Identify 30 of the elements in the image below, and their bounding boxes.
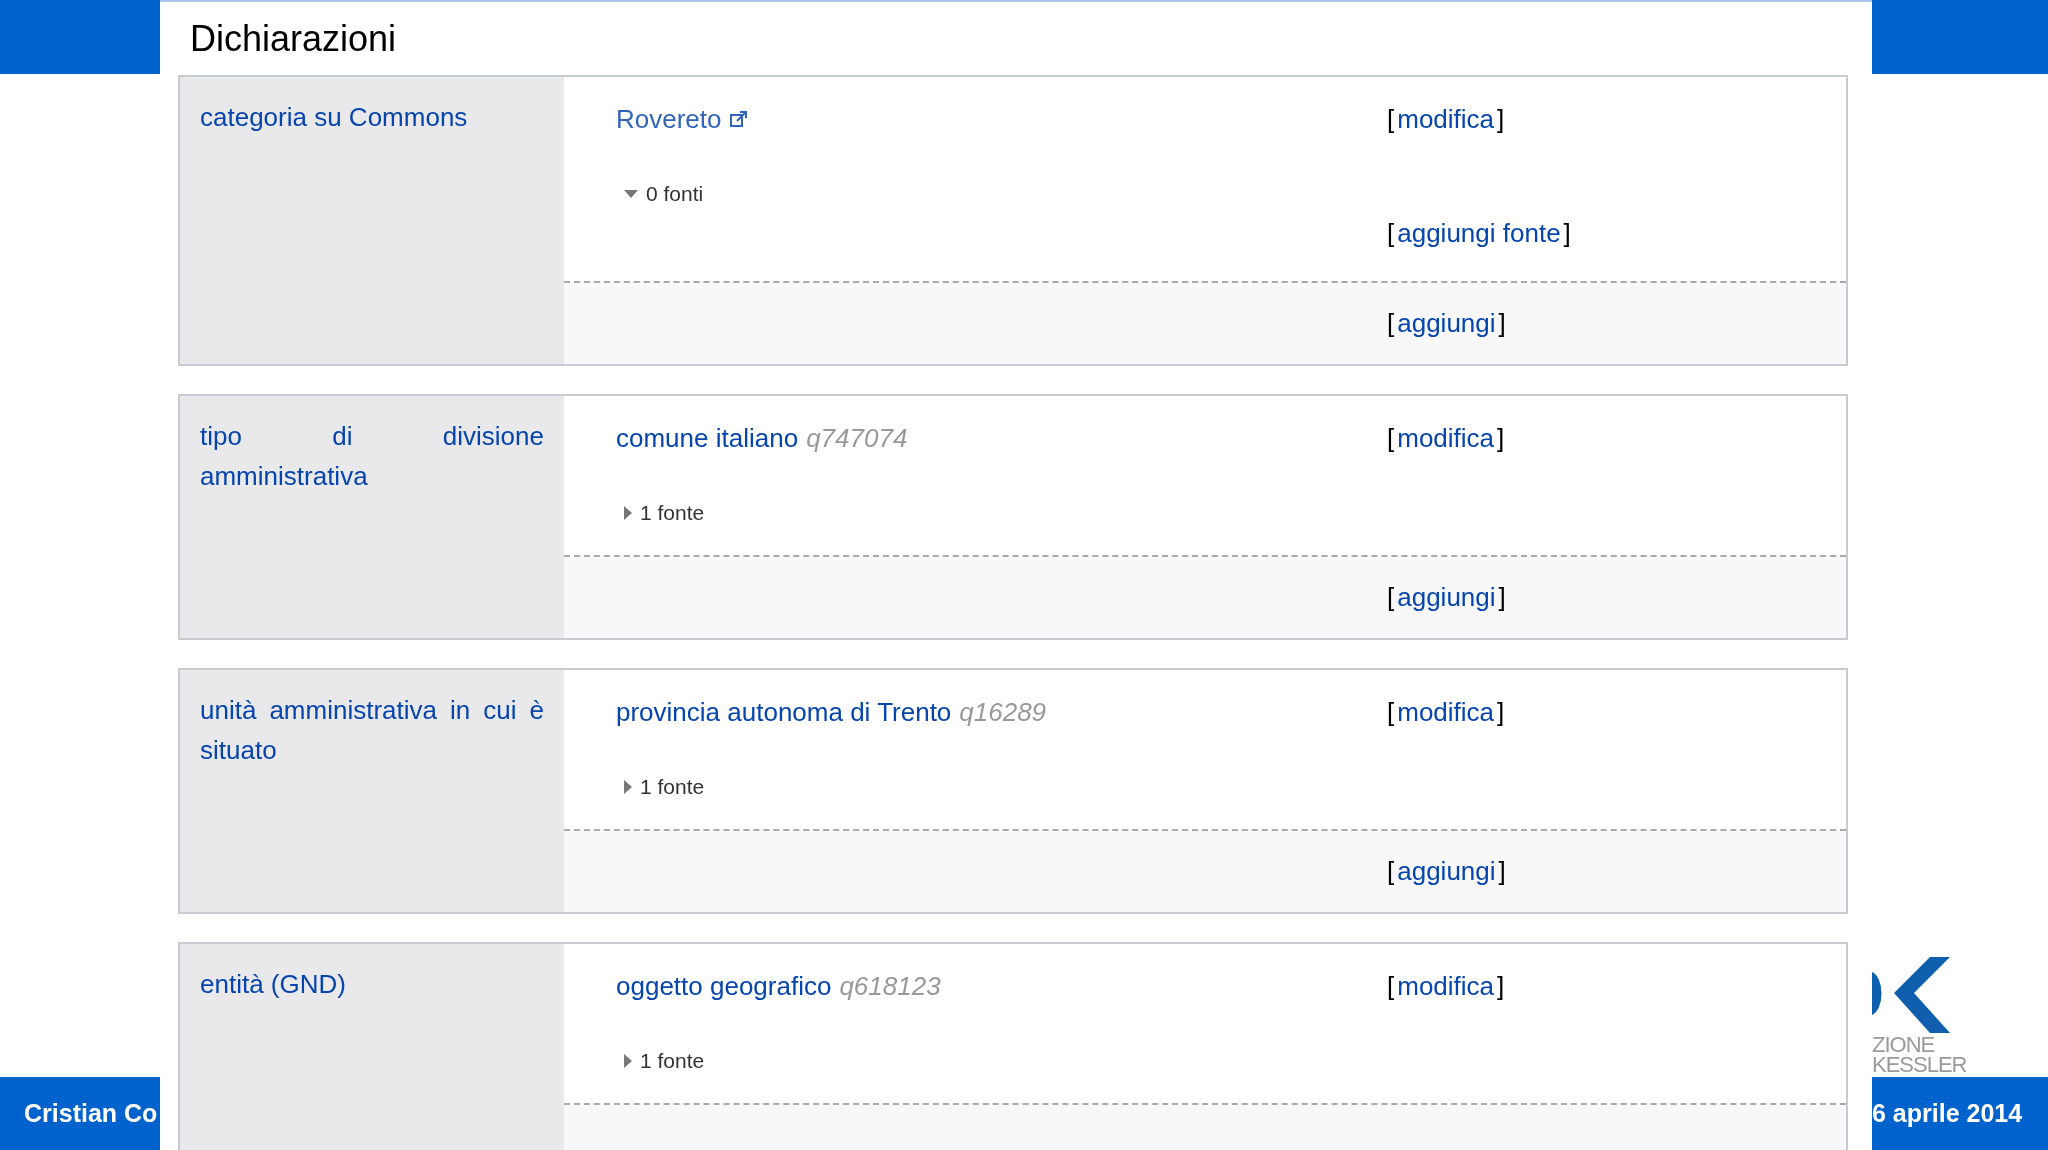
add-link[interactable]: [aggiungi] (1387, 578, 1506, 617)
add-reference-link[interactable]: [aggiungi fonte] (1387, 213, 1571, 253)
external-link-icon (729, 110, 748, 128)
property-link[interactable]: unità amministrativa in cui è situato (200, 690, 544, 770)
item-id: q747074 (806, 421, 908, 455)
property-link[interactable]: entità (GND) (200, 964, 544, 1004)
presentation-date: 6 aprile 2014 (1872, 1097, 2023, 1129)
edit-link[interactable]: [modifica] (1387, 99, 1505, 139)
author-name: Cristian Co (24, 1097, 158, 1129)
logo-text: ZIONE (1872, 1035, 1936, 1055)
value-link[interactable]: provincia autonoma di Trento (616, 692, 952, 732)
references-toggle[interactable]: 1 fonte (624, 771, 705, 803)
value-link[interactable]: comune italiano (616, 418, 799, 458)
section-title: Dichiarazioni (189, 16, 398, 61)
value-link[interactable]: oggetto geografico (616, 966, 832, 1006)
value-link[interactable]: Rovereto (616, 99, 722, 139)
property-link[interactable]: tipo di divisione amministrativa (200, 416, 544, 496)
add-link[interactable]: [aggiungi] (1387, 304, 1506, 343)
logo-mark-icon (1872, 955, 1952, 1035)
item-id: q618123 (839, 969, 941, 1003)
add-link[interactable]: [aggiungi] (1387, 852, 1506, 891)
references-toggle[interactable]: 0 fonti (624, 178, 704, 210)
property-link[interactable]: categoria su Commons (200, 97, 544, 137)
references-toggle[interactable]: 1 fonte (624, 1045, 705, 1077)
logo-text: KESSLER (1872, 1055, 1968, 1075)
edit-link[interactable]: [modifica] (1387, 966, 1505, 1006)
references-toggle[interactable]: 1 fonte (624, 497, 705, 529)
edit-link[interactable]: [modifica] (1387, 692, 1505, 732)
item-id: q16289 (959, 695, 1047, 729)
edit-link[interactable]: [modifica] (1387, 418, 1505, 458)
